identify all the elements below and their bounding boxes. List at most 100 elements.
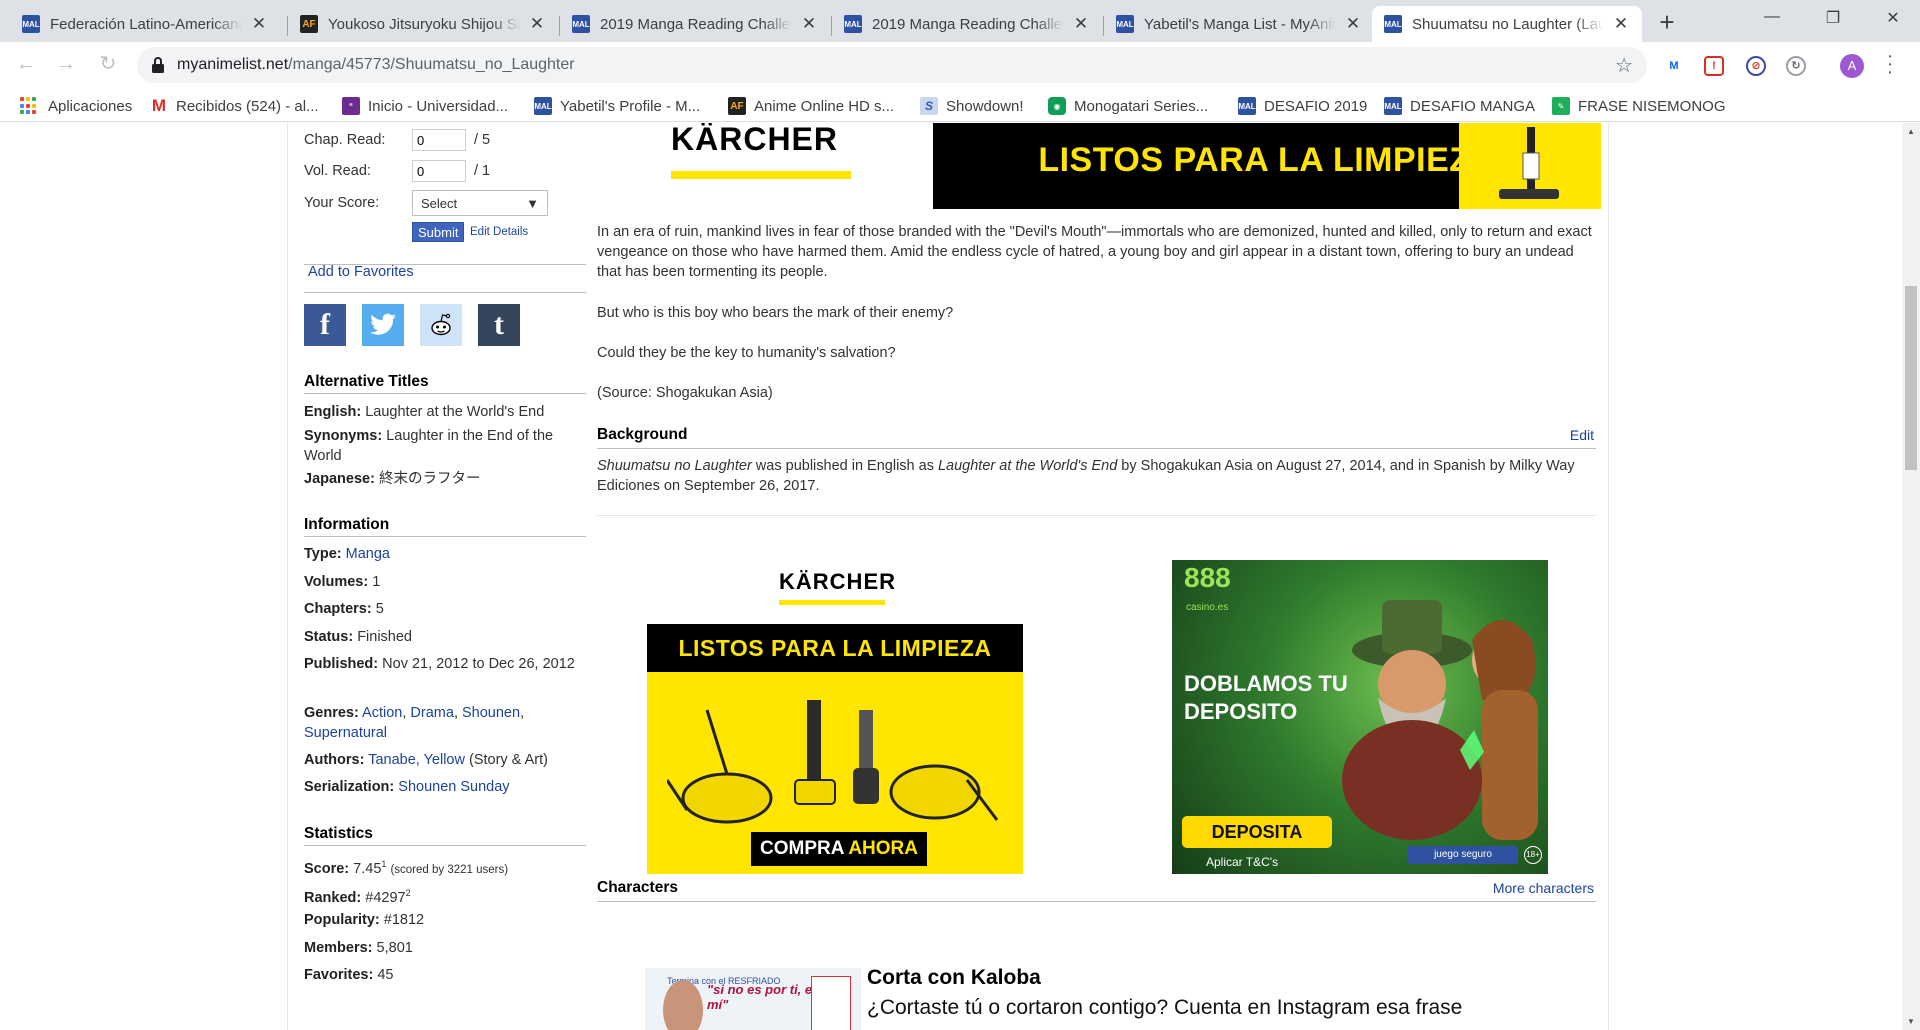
close-tab-icon[interactable]: ✕: [1612, 14, 1630, 34]
browser-tab[interactable]: MAL 2019 Manga Reading Challen ✕: [560, 6, 830, 42]
browser-tab[interactable]: MAL Federación Latino-Americana ✕: [10, 6, 280, 42]
your-score-row: Your Score: Select ▼: [304, 190, 548, 216]
close-tab-icon[interactable]: ✕: [1072, 14, 1090, 34]
deposita-button[interactable]: DEPOSITA: [1182, 816, 1332, 848]
kaloba-product-box-icon: [811, 976, 851, 1030]
close-tab-icon[interactable]: ✕: [250, 14, 268, 34]
browser-tab[interactable]: MAL Yabetil's Manga List - MyAnim ✕: [1104, 6, 1374, 42]
characters-section-header: Characters More characters: [597, 878, 1596, 902]
browser-tab[interactable]: MAL 2019 Manga Reading Challen ✕: [832, 6, 1102, 42]
browser-menu-icon[interactable]: · · ·: [1885, 46, 1895, 82]
kaloba-ad-description[interactable]: ¿Cortaste tú o cortaron contigo? Cuenta …: [867, 997, 1462, 1018]
bookmark-label: Yabetil's Profile - M...: [560, 97, 701, 115]
japanese-title: Japanese: 終末のラフター: [304, 471, 481, 487]
frase-icon: ✎: [1552, 97, 1570, 115]
lock-icon[interactable]: [151, 56, 165, 74]
close-tab-icon[interactable]: ✕: [800, 14, 818, 34]
kaloba-ad-image[interactable]: Termina con el RESFRIADO "si no es por t…: [645, 968, 861, 1030]
bookmark-monogatari[interactable]: ◉ Monogatari Series...: [1048, 95, 1208, 117]
url-text: myanimelist.net/manga/45773/Shuumatsu_no…: [177, 56, 575, 73]
score-select-value: Select: [421, 195, 458, 211]
volumes-read-input[interactable]: [412, 160, 466, 182]
reddit-share-button[interactable]: [420, 304, 462, 346]
stat-popularity: Popularity: #1812: [304, 912, 425, 928]
bookmark-showdown[interactable]: S Showdown!: [920, 95, 1024, 117]
facebook-icon: f: [320, 308, 330, 341]
bookmark-star-icon[interactable]: ☆: [1615, 53, 1633, 78]
karcher-logo-bar: [671, 171, 851, 179]
compra-ahora-button[interactable]: COMPRA AHORA: [751, 832, 927, 866]
facebook-share-button[interactable]: f: [304, 304, 346, 346]
casino-domain: casino.es: [1186, 602, 1229, 613]
extension-block-icon[interactable]: ⊘: [1746, 56, 1766, 76]
scroll-up-arrow-icon[interactable]: ▲: [1902, 123, 1920, 140]
info-type: Type: Manga: [304, 546, 390, 562]
casino-888-logo: 888: [1184, 562, 1231, 593]
serialization-link[interactable]: Shounen Sunday: [398, 779, 509, 795]
browser-tab-active[interactable]: MAL Shuumatsu no Laughter (Lau ✕: [1372, 6, 1642, 42]
info-serialization: Serialization: Shounen Sunday: [304, 779, 510, 795]
background-edit-link[interactable]: Edit: [1570, 425, 1594, 445]
mal-favicon-icon: MAL: [1384, 15, 1402, 33]
casino-terms-link[interactable]: Aplicar T&C's: [1206, 852, 1278, 872]
synopsis-source: (Source: Shogakukan Asia): [597, 385, 773, 401]
scroll-down-arrow-icon[interactable]: ▼: [1902, 1013, 1920, 1030]
characters-heading: Characters: [597, 879, 678, 896]
bookmark-frase-nisemonog[interactable]: ✎ FRASE NISEMONOG: [1552, 95, 1726, 117]
showdown-icon: S: [920, 97, 938, 115]
mal-favicon-icon: MAL: [534, 97, 552, 115]
profile-avatar[interactable]: A: [1840, 54, 1864, 78]
extension-calendar-icon[interactable]: !: [1704, 56, 1724, 76]
bookmark-desafio-2019[interactable]: MAL DESAFIO 2019: [1238, 95, 1367, 117]
bookmark-universidad[interactable]: “ Inicio - Universidad...: [342, 95, 508, 117]
genre-link[interactable]: Drama: [410, 705, 454, 721]
extension-movistar-icon[interactable]: M: [1664, 56, 1684, 76]
address-bar[interactable]: myanimelist.net/manga/45773/Shuumatsu_no…: [137, 47, 1647, 83]
cleaning-products-icon: [667, 700, 999, 824]
more-characters-link[interactable]: More characters: [1493, 878, 1594, 898]
scrollbar-thumb[interactable]: [1905, 286, 1917, 470]
close-tab-icon[interactable]: ✕: [528, 14, 546, 34]
bookmark-gmail[interactable]: M Recibidos (524) - al...: [150, 95, 319, 117]
chapters-read-row: Chap. Read: / 5: [304, 129, 490, 151]
close-window-button[interactable]: ✕: [1878, 8, 1908, 32]
back-button[interactable]: ←: [14, 53, 38, 77]
genre-link[interactable]: Supernatural: [304, 725, 387, 741]
type-link[interactable]: Manga: [346, 546, 390, 562]
bookmark-label: DESAFIO 2019: [1264, 97, 1368, 115]
bookmark-label: Monogatari Series...: [1074, 97, 1209, 115]
genre-link[interactable]: Shounen: [462, 705, 520, 721]
author-link[interactable]: Tanabe, Yellow: [368, 752, 465, 768]
genre-link[interactable]: Action: [362, 705, 402, 721]
chapters-read-input[interactable]: [412, 129, 466, 151]
bookmark-yabetil-profile[interactable]: MAL Yabetil's Profile - M...: [534, 95, 700, 117]
bookmark-desafio-manga[interactable]: MAL DESAFIO MANGA: [1384, 95, 1535, 117]
score-select[interactable]: Select ▼: [412, 190, 548, 216]
bookmark-anime-online[interactable]: AF Anime Online HD s...: [728, 95, 894, 117]
stat-favorites: Favorites: 45: [304, 967, 394, 983]
new-tab-button[interactable]: +: [1652, 8, 1682, 38]
tumblr-share-button[interactable]: t: [478, 304, 520, 346]
kaloba-ad-title[interactable]: Corta con Kaloba: [867, 967, 1041, 988]
page-scrollbar[interactable]: ▲ ▼: [1902, 123, 1920, 1030]
tab-title: Federación Latino-Americana: [50, 15, 242, 33]
restore-window-button[interactable]: ❐: [1818, 8, 1848, 32]
extension-gear-icon[interactable]: ↻: [1786, 56, 1806, 76]
bookmark-apps[interactable]: Aplicaciones: [20, 95, 132, 117]
vacuum-product-icon: [1499, 127, 1559, 199]
mal-favicon-icon: MAL: [572, 15, 590, 33]
minimize-window-button[interactable]: —: [1757, 8, 1787, 32]
close-tab-icon[interactable]: ✕: [1344, 14, 1362, 34]
edit-details-link[interactable]: Edit Details: [470, 226, 528, 238]
submit-button[interactable]: Submit: [412, 222, 465, 242]
karcher-top-banner-ad[interactable]: KÄRCHER LISTOS PARA LA LIMPIEZA: [647, 123, 1601, 209]
karcher-square-ad[interactable]: KÄRCHER LISTOS PARA LA LIMPIEZA COMPRA A…: [647, 560, 1023, 874]
reload-button[interactable]: ↻: [96, 53, 120, 77]
forward-button[interactable]: →: [54, 53, 78, 77]
add-to-favorites-link[interactable]: Add to Favorites: [308, 264, 414, 280]
casino-888-ad[interactable]: 888 casino.es DOBLAMOS TU DEPOSITO DEPOSI…: [1172, 560, 1548, 874]
af-favicon-icon: AF: [728, 97, 746, 115]
browser-tab[interactable]: AF Youkoso Jitsuryoku Shijou Sh ✕: [288, 6, 558, 42]
info-genres: Genres: Action, Drama, Shounen, Supernat…: [304, 705, 525, 741]
twitter-share-button[interactable]: [362, 304, 404, 346]
